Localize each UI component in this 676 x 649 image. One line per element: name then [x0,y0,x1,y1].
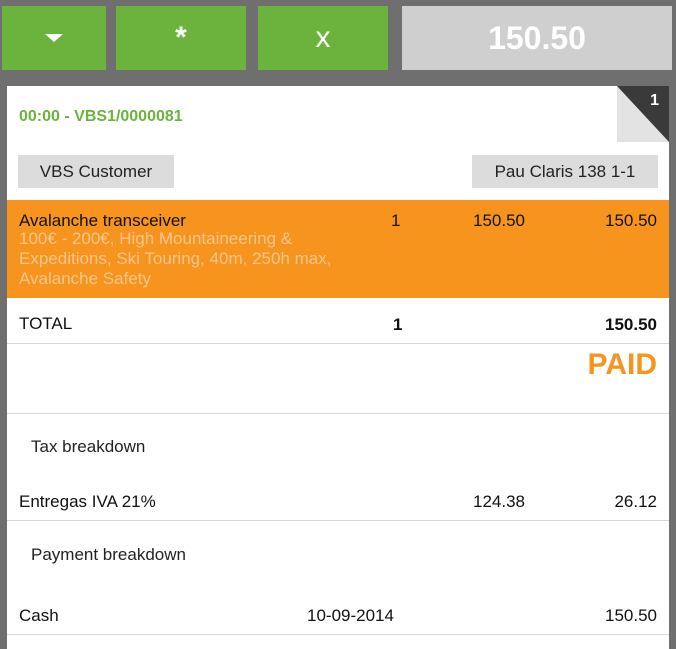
total-amount: 150.50 [605,315,657,334]
divider [7,634,669,635]
table-button[interactable]: Pau Claris 138 1-1 [472,155,658,188]
total-display: 150.50 [402,6,672,70]
line-price: 150.50 [473,211,525,230]
line-qty: 1 [391,211,401,230]
receipt-panel: 1 00:00 - VBS1/0000081 VBS Customer Pau … [7,86,669,649]
line-description: 100€ - 200€, High Mountaineering & Exped… [19,229,332,288]
payment-method: Cash [19,606,59,625]
tax-name: Entregas IVA 21% [19,492,156,511]
order-line-row[interactable]: Avalanche transceiver 1 150.50 150.50 10… [7,200,669,298]
star-button[interactable]: * [116,6,246,70]
payment-date: 10-09-2014 [307,606,394,625]
order-id: 00:00 - VBS1/0000081 [19,108,183,125]
tax-amount: 26.12 [614,492,657,511]
line-name: Avalanche transceiver [19,211,186,230]
receipt-number: 1 [650,92,659,109]
line-amount: 150.50 [605,211,657,230]
total-qty: 1 [393,315,403,334]
customer-button[interactable]: VBS Customer [18,155,174,188]
divider [7,520,669,521]
close-button[interactable]: x [258,6,388,70]
tax-base: 124.38 [473,492,525,511]
menu-dropdown-button[interactable] [2,6,106,70]
paid-status: PAID [587,348,657,381]
payment-amount: 150.50 [605,606,657,625]
caret-down-icon [45,34,63,42]
divider [7,413,669,414]
divider [7,343,669,344]
corner-tab-icon [617,86,669,142]
top-toolbar: * x 150.50 [0,0,676,80]
total-label: TOTAL [19,314,73,333]
tax-breakdown-heading: Tax breakdown [31,437,146,456]
payment-breakdown-heading: Payment breakdown [31,545,186,564]
